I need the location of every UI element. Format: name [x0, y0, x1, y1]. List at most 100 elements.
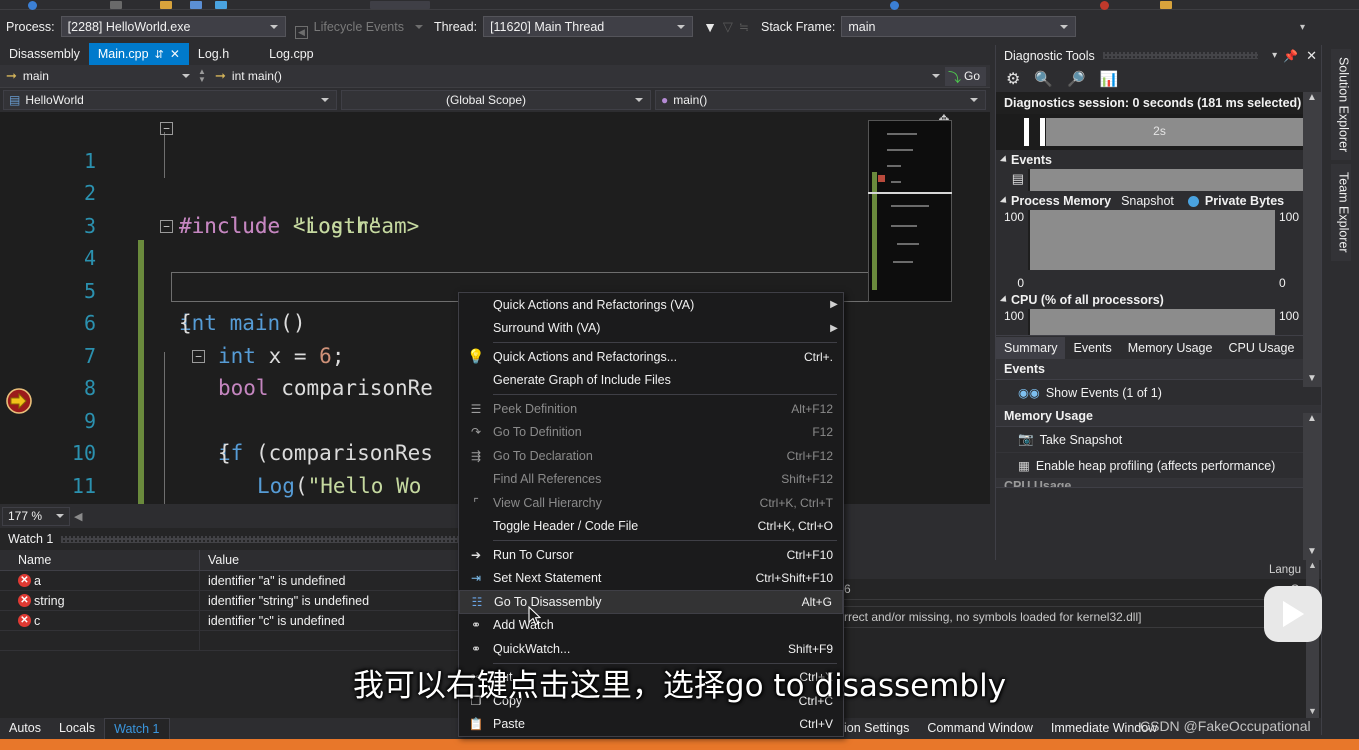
- project-combo[interactable]: ▤ HelloWorld: [3, 90, 337, 110]
- output-row[interactable]: [836, 600, 1321, 607]
- diagnostics-detail-tabs[interactable]: Summary Events Memory Usage CPU Usage: [996, 335, 1321, 359]
- tab-disassembly[interactable]: Disassembly: [0, 43, 89, 65]
- glyph-margin[interactable]: [0, 112, 38, 504]
- toolbar-icon[interactable]: [28, 1, 37, 10]
- toolbar-icon[interactable]: [890, 1, 899, 10]
- filter-icon[interactable]: ▼: [703, 19, 717, 35]
- memory-plot[interactable]: [1028, 210, 1275, 270]
- menu-item-add-watch[interactable]: ⚭ Add Watch: [459, 614, 843, 638]
- vertical-tab-team-explorer[interactable]: Team Explorer: [1331, 164, 1351, 261]
- scroll-down-icon[interactable]: ▼: [1303, 546, 1321, 560]
- nav-left-combo[interactable]: ➞ main: [0, 68, 195, 84]
- toolbar-icon[interactable]: [1100, 1, 1109, 10]
- tab-events[interactable]: Events: [1065, 337, 1119, 359]
- toolbar-icon[interactable]: [190, 1, 202, 9]
- gear-icon[interactable]: ⚙: [1006, 69, 1020, 89]
- code-line[interactable]: 5 {: [38, 242, 990, 275]
- events-section-header[interactable]: Events: [996, 150, 1321, 169]
- diagnostic-tools-title-bar[interactable]: Diagnostic Tools ▾ 📌 ✕: [996, 45, 1321, 66]
- nav-spinner[interactable]: ▲▼: [195, 68, 209, 84]
- diagnostic-tools-toolbar[interactable]: ⚙ 🔍 🔍 📊: [996, 66, 1321, 92]
- nav-right-combo[interactable]: ➞ int main(): [209, 68, 945, 84]
- code-line[interactable]: 2 #include "Log.h": [38, 145, 990, 178]
- fold-toggle-icon[interactable]: −: [192, 350, 205, 363]
- menu-item-go-to-declaration[interactable]: ⇶ Go To Declaration Ctrl+F12: [459, 444, 843, 468]
- filter-clear-icon[interactable]: ▽: [723, 19, 733, 35]
- editor-scope-bar[interactable]: ▤ HelloWorld (Global Scope) ● main(): [0, 88, 990, 112]
- drag-grip[interactable]: [1103, 52, 1258, 59]
- toolbar-icon[interactable]: [110, 1, 122, 9]
- watch-name[interactable]: string: [34, 591, 65, 611]
- scroll-down-icon[interactable]: ▼: [1306, 706, 1319, 718]
- menu-item-run-to-cursor[interactable]: ➔ Run To Cursor Ctrl+F10: [459, 543, 843, 567]
- menu-item-paste[interactable]: 📋 Paste Ctrl+V: [459, 713, 843, 737]
- tab-locals[interactable]: Locals: [50, 718, 104, 739]
- diagnostic-tools-panel[interactable]: Diagnostic Tools ▾ 📌 ✕ ⚙ 🔍 🔍 📊 Diagnosti…: [995, 45, 1321, 560]
- output-row[interactable]: rrect and/or missing, no symbols loaded …: [836, 607, 1321, 628]
- tab-summary[interactable]: Summary: [996, 337, 1065, 359]
- menu-item-surround-with-va[interactable]: Surround With (VA) ▶: [459, 317, 843, 341]
- toolbar-icon[interactable]: [1160, 1, 1172, 9]
- summary-item-take-snapshot[interactable]: 📷 Take Snapshot: [996, 427, 1321, 453]
- watch-name[interactable]: a: [34, 571, 41, 591]
- editor-tab-bar[interactable]: Disassembly Main.cpp ⇵ ✕ Log.h Log.cpp: [0, 43, 990, 65]
- tab-log-h[interactable]: Log.h: [189, 43, 238, 65]
- minimap-viewport-indicator[interactable]: [868, 192, 952, 194]
- tab-command-window[interactable]: Command Window: [918, 718, 1042, 739]
- diagnostics-timeline[interactable]: 2s: [996, 114, 1321, 150]
- main-toolbar[interactable]: [0, 0, 1359, 10]
- toolbar-icon[interactable]: [215, 1, 227, 9]
- tab-ion-settings[interactable]: ion Settings: [835, 718, 918, 739]
- right-dock-bar[interactable]: Solution Explorer Team Explorer: [1321, 45, 1359, 735]
- chevron-down-icon[interactable]: ▾: [1272, 50, 1277, 61]
- code-line[interactable]: 1 − #include <iostream>: [38, 112, 990, 145]
- toolbar-icon[interactable]: [160, 1, 172, 9]
- member-combo[interactable]: ● main(): [655, 90, 986, 110]
- menu-item-quickwatch[interactable]: ⚭ QuickWatch... Shift+F9: [459, 637, 843, 661]
- code-line[interactable]: 3: [38, 177, 990, 210]
- toolbar-icon[interactable]: [370, 1, 430, 9]
- menu-item-quick-actions-va[interactable]: Quick Actions and Refactorings (VA) ▶: [459, 293, 843, 317]
- output-row[interactable]: 6 C++: [836, 579, 1321, 600]
- pin-icon[interactable]: 📌: [1283, 49, 1298, 63]
- scroll-up-icon[interactable]: ▲: [1303, 92, 1321, 106]
- cpu-plot[interactable]: [1028, 309, 1275, 335]
- overflow-chevron-icon[interactable]: ▾: [1300, 22, 1305, 33]
- taskbar[interactable]: [0, 739, 1359, 750]
- diagnostics-summary-list[interactable]: Events ◉◉ Show Events (1 of 1) Memory Us…: [996, 359, 1321, 488]
- editor-navigation-bar[interactable]: ➞ main ▲▼ ➞ int main() ⤵ Go: [0, 65, 990, 88]
- report-icon[interactable]: 📊: [1100, 70, 1119, 88]
- code-line[interactable]: 4 − int main(): [38, 210, 990, 243]
- vertical-tab-solution-explorer[interactable]: Solution Explorer: [1331, 49, 1351, 160]
- menu-item-go-to-definition[interactable]: ↷ Go To Definition F12: [459, 421, 843, 445]
- events-graph[interactable]: ▤: [996, 169, 1321, 191]
- process-memory-section-header[interactable]: Process Memory Snapshot Private Bytes: [996, 191, 1321, 210]
- lifecycle-events-label[interactable]: Lifecycle Events: [314, 20, 404, 34]
- menu-item-find-all-references[interactable]: Find All References Shift+F12: [459, 468, 843, 492]
- scroll-up-icon[interactable]: ▲: [1306, 560, 1319, 572]
- process-memory-graph[interactable]: 100 100: [996, 210, 1321, 270]
- debug-toolbar[interactable]: Process: [2288] HelloWorld.exe ◀ Lifecyc…: [0, 10, 1359, 43]
- tab-watch-1[interactable]: Watch 1: [104, 718, 169, 739]
- close-icon[interactable]: ✕: [170, 47, 180, 61]
- menu-item-generate-graph-of-include-files[interactable]: Generate Graph of Include Files: [459, 369, 843, 393]
- menu-item-go-to-disassembly[interactable]: ☷ Go To Disassembly Alt+G: [459, 590, 843, 614]
- scroll-up-icon[interactable]: ▲: [1303, 413, 1321, 427]
- breakpoint-execution-arrow-icon[interactable]: [6, 388, 32, 414]
- fold-toggle-icon[interactable]: −: [160, 122, 173, 135]
- go-button[interactable]: ⤵ Go: [945, 67, 986, 86]
- tab-main-cpp[interactable]: Main.cpp ⇵ ✕: [89, 43, 189, 65]
- process-combo[interactable]: [2288] HelloWorld.exe: [61, 16, 286, 37]
- cpu-section-header[interactable]: CPU (% of all processors): [996, 290, 1321, 309]
- tab-memory-usage[interactable]: Memory Usage: [1120, 337, 1221, 359]
- scroll-left-icon[interactable]: ◀: [74, 510, 82, 523]
- menu-item-view-call-hierarchy[interactable]: ⌜ View Call Hierarchy Ctrl+K, Ctrl+T: [459, 491, 843, 515]
- menu-item-peek-definition[interactable]: ☰ Peek Definition Alt+F12: [459, 397, 843, 421]
- close-icon[interactable]: ✕: [1306, 48, 1317, 64]
- stack-frame-combo[interactable]: main: [841, 16, 1076, 37]
- watch-name[interactable]: c: [34, 611, 40, 631]
- output-column-header[interactable]: Langu: [836, 560, 1321, 579]
- tab-log-cpp[interactable]: Log.cpp: [260, 43, 322, 65]
- menu-item-set-next-statement[interactable]: ⇥ Set Next Statement Ctrl+Shift+F10: [459, 567, 843, 591]
- pin-icon[interactable]: ⇵: [155, 48, 164, 61]
